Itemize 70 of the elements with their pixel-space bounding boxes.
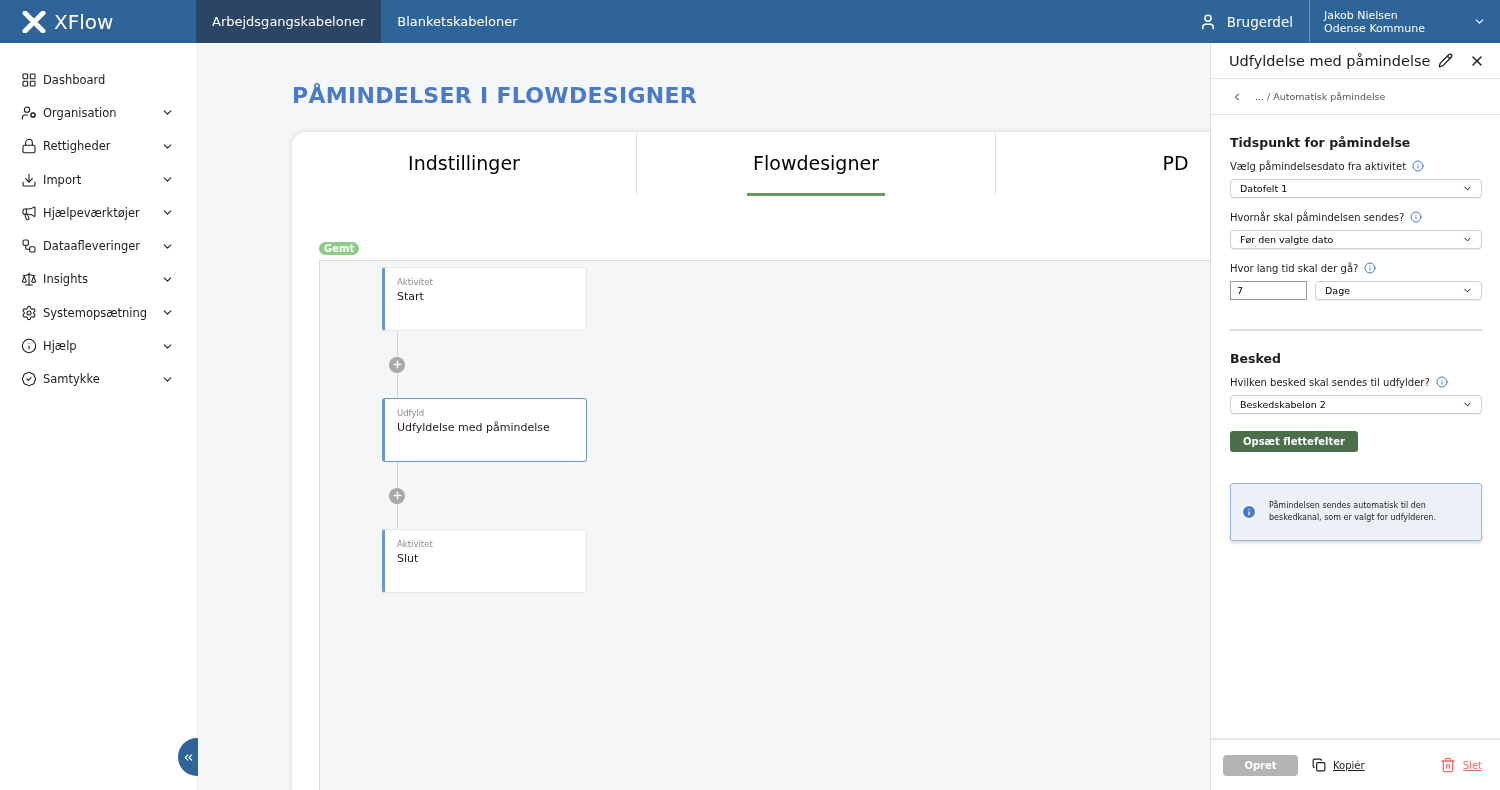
node-type: Aktivitet: [397, 277, 434, 287]
trash-icon: [1439, 757, 1456, 773]
sidebar-item[interactable]: Hjælp: [0, 329, 196, 363]
sidebar-item[interactable]: Dataafleveringer: [0, 229, 196, 263]
node-title: Udfyldelse med påmindelse: [397, 421, 551, 434]
sidebar-item[interactable]: Organisation: [0, 96, 196, 130]
info-icon: [1241, 504, 1257, 520]
squares-link-icon: [21, 238, 37, 255]
field-label: Hvilken besked skal sendes til udfylder?: [1230, 376, 1430, 388]
panel-title: Udfyldelse med påmindelse: [1229, 52, 1431, 69]
flow-node[interactable]: Udfyld Udfyldelse med påmindelse: [382, 398, 587, 462]
badge-check-icon: [21, 371, 37, 388]
account-organisation: Odense Kommune: [1324, 21, 1425, 35]
info-icon[interactable]: [1364, 262, 1377, 274]
sidebar-item[interactable]: Rettigheder: [0, 129, 196, 163]
sidebar-item[interactable]: Import: [0, 162, 196, 197]
saved-status-badge: Gemt: [319, 242, 360, 255]
account-menu[interactable]: Jakob Nielsen Odense Kommune: [1310, 0, 1500, 43]
dropdown-select[interactable]: Før den valgte dato: [1230, 230, 1482, 249]
grid-icon: [21, 71, 37, 88]
page-title: PÅMINDELSER I FLOWDESIGNER: [292, 83, 699, 108]
app-name: XFlow: [54, 9, 114, 34]
breadcrumb: ... / Automatisk påmindelse: [1255, 91, 1386, 102]
add-step-button[interactable]: [389, 356, 405, 373]
merge-fields-button[interactable]: Opsæt flettefelter: [1230, 431, 1358, 452]
node-type: Aktivitet: [397, 539, 434, 549]
sidebar-item[interactable]: Systemopsætning: [0, 296, 196, 330]
sidebar-item[interactable]: Dashboard: [0, 63, 196, 97]
scale-icon: [21, 271, 37, 288]
info-icon: [21, 338, 37, 354]
flow-node[interactable]: Aktivitet Slut: [382, 529, 587, 593]
info-icon[interactable]: [1412, 160, 1425, 172]
info-icon[interactable]: [1435, 376, 1448, 388]
flow-node[interactable]: Aktivitet Start: [382, 267, 587, 331]
number-input[interactable]: 7: [1230, 281, 1307, 300]
megaphone-icon: [21, 204, 37, 221]
account-name: Jakob Nielsen: [1324, 8, 1399, 22]
pencil-icon: [1438, 53, 1454, 68]
card-tab[interactable]: Indstillinger: [402, 132, 526, 196]
node-title: Slut: [397, 552, 420, 565]
info-icon[interactable]: [1410, 211, 1423, 223]
sidebar-item[interactable]: Hjælpeværktøjer: [0, 196, 196, 230]
sidebar-item[interactable]: Insights: [0, 262, 196, 297]
logo-icon: [22, 10, 46, 33]
copy-link[interactable]: Kopiér: [1312, 758, 1365, 772]
download-icon: [21, 171, 37, 188]
card-tab[interactable]: PD: [1156, 132, 1195, 196]
plus-icon: [391, 359, 403, 370]
dropdown-select[interactable]: Beskedskabelon 2: [1230, 395, 1482, 414]
add-step-button[interactable]: [389, 487, 405, 504]
section-heading: Tidspunkt for påmindelse: [1230, 135, 1412, 150]
nav-tab[interactable]: Blanketskabeloner: [381, 0, 534, 43]
node-title: Start: [397, 290, 425, 303]
user-gear-icon: [21, 104, 37, 121]
lock-icon: [21, 138, 37, 155]
field-label: Hvornår skal påmindelsen sendes?: [1230, 211, 1405, 223]
info-text: Påmindelsen sendes automatisk til den beskedkanal, som er valgt for udfylderen.: [1269, 500, 1437, 524]
dropdown-select[interactable]: Datofelt 1: [1230, 179, 1482, 198]
dropdown-select[interactable]: Dage: [1315, 281, 1482, 300]
field-label: Hvor lang tid skal der gå?: [1230, 262, 1359, 274]
copy-icon: [1312, 758, 1326, 772]
plus-icon: [391, 490, 403, 501]
card-tab[interactable]: Flowdesigner: [747, 132, 885, 196]
field-label: Vælg påmindelsesdato fra aktivitet: [1230, 160, 1407, 172]
sidebar-item[interactable]: Samtykke: [0, 362, 196, 396]
nav-tab[interactable]: Arbejdsgangskabeloner: [196, 0, 382, 43]
section-heading: Besked: [1230, 351, 1282, 366]
edit-button[interactable]: [1438, 53, 1454, 68]
node-type: Udfyld: [397, 408, 426, 418]
settings-icon: [21, 304, 37, 321]
